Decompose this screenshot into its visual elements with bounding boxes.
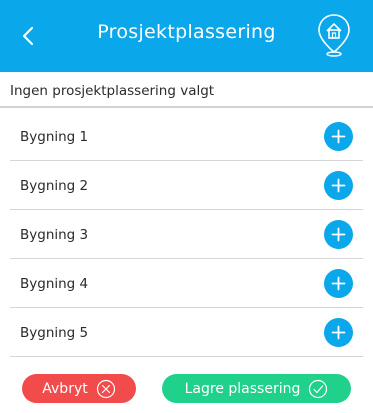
list-item-building-2[interactable]: Bygning 2	[10, 161, 363, 210]
add-building-button[interactable]	[324, 269, 353, 298]
plus-icon	[331, 178, 346, 193]
building-label: Bygning 2	[20, 178, 89, 194]
divider	[0, 106, 373, 108]
check-circle-icon	[309, 379, 328, 398]
cancel-button[interactable]: Avbryt	[22, 374, 136, 403]
list-item-building-4[interactable]: Bygning 4	[10, 259, 363, 308]
save-label: Lagre plassering	[184, 380, 301, 397]
building-label: Bygning 3	[20, 227, 89, 243]
header-bar: Prosjektplassering	[0, 0, 373, 72]
plus-icon	[331, 227, 346, 242]
building-list: Bygning 1 Bygning 2 Bygning 3 Bygning 4 …	[0, 112, 373, 357]
building-label: Bygning 5	[20, 325, 89, 341]
list-item-building-3[interactable]: Bygning 3	[10, 210, 363, 259]
add-building-button[interactable]	[324, 318, 353, 347]
list-item-building-1[interactable]: Bygning 1	[10, 112, 363, 161]
location-button[interactable]	[316, 12, 352, 58]
home-location-pin-icon	[318, 14, 350, 57]
list-item-building-5[interactable]: Bygning 5	[10, 308, 363, 357]
building-label: Bygning 4	[20, 276, 89, 292]
cancel-label: Avbryt	[42, 380, 88, 397]
selection-status: Ingen prosjektplassering valgt	[10, 83, 215, 99]
add-building-button[interactable]	[324, 220, 353, 249]
building-label: Bygning 1	[20, 129, 89, 145]
save-location-button[interactable]: Lagre plassering	[162, 374, 351, 403]
add-building-button[interactable]	[324, 122, 353, 151]
plus-icon	[331, 276, 346, 291]
close-circle-icon	[96, 379, 115, 398]
plus-icon	[331, 325, 346, 340]
add-building-button[interactable]	[324, 171, 353, 200]
plus-icon	[331, 129, 346, 144]
